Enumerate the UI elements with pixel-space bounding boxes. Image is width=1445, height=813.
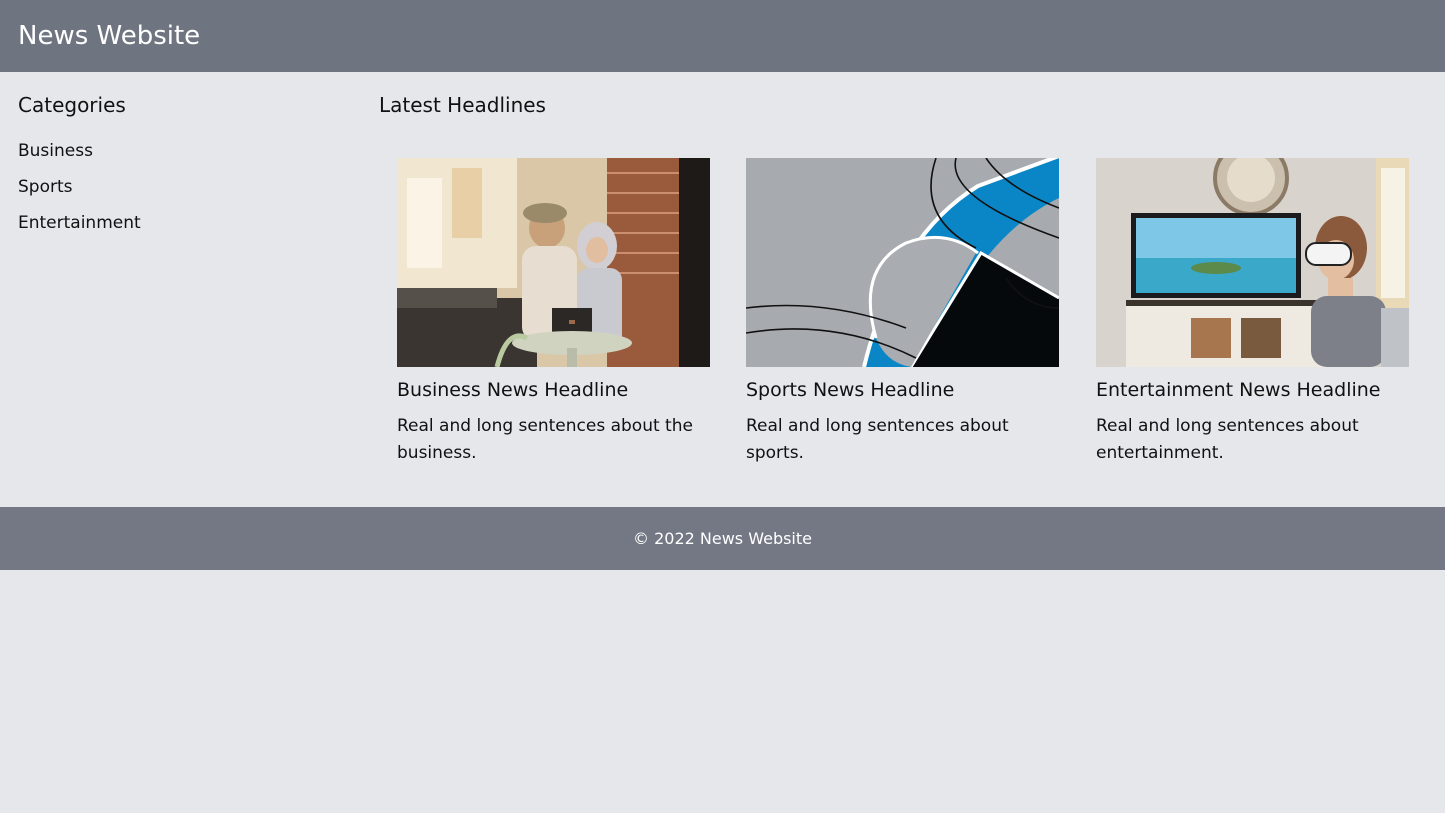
article-image-entertainment[interactable] (1096, 158, 1409, 367)
site-title[interactable]: News Website (18, 23, 200, 49)
categories-sidebar: Categories Business Sports Entertainment (18, 92, 338, 248)
categories-heading: Categories (18, 93, 126, 117)
category-list: Business Sports Entertainment (18, 140, 338, 248)
category-link-business[interactable]: Business (18, 141, 93, 161)
article-image-sports[interactable] (746, 158, 1059, 367)
article-card-business[interactable]: Business News Headline Real and long sen… (397, 158, 710, 467)
article-image-business[interactable] (397, 158, 710, 367)
category-item-entertainment: Entertainment (18, 212, 338, 248)
article-summary-entertainment: Real and long sentences about entertainm… (1096, 416, 1359, 463)
copyright-text: © 2022 News Website (633, 529, 812, 548)
main-content: Latest Headlines Business News Headline … (379, 92, 1427, 463)
category-link-sports[interactable]: Sports (18, 177, 73, 197)
article-headline-entertainment[interactable]: Entertainment News Headline (1096, 377, 1409, 403)
site-footer: © 2022 News Website (0, 507, 1445, 570)
article-headline-business[interactable]: Business News Headline (397, 377, 710, 403)
article-card-sports[interactable]: Sports News Headline Real and long sente… (746, 158, 1059, 467)
article-summary-sports: Real and long sentences about sports. (746, 416, 1009, 463)
article-headline-sports[interactable]: Sports News Headline (746, 377, 1059, 403)
latest-headlines-heading: Latest Headlines (379, 93, 546, 117)
site-header: News Website (0, 0, 1445, 72)
article-summary-business: Real and long sentences about the busine… (397, 416, 693, 463)
category-item-sports: Sports (18, 176, 338, 212)
category-item-business: Business (18, 140, 338, 176)
category-link-entertainment[interactable]: Entertainment (18, 213, 141, 233)
article-card-entertainment[interactable]: Entertainment News Headline Real and lon… (1096, 158, 1409, 467)
